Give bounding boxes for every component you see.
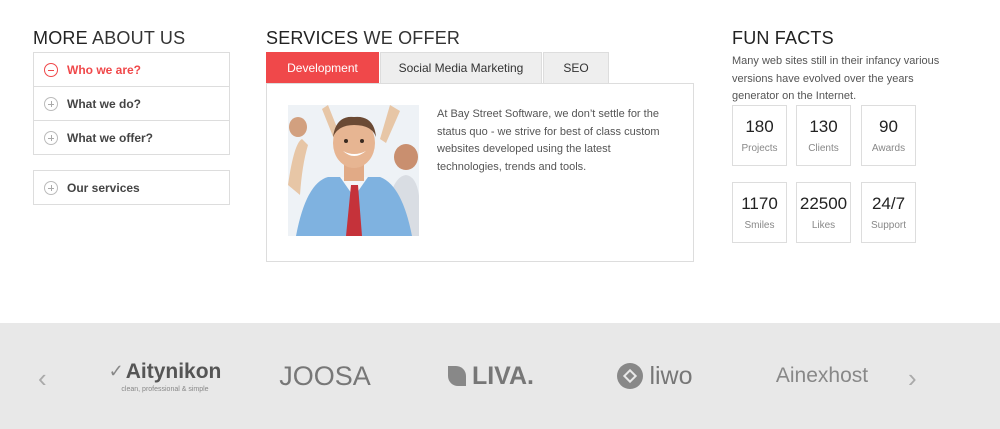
fact-label: Projects (741, 143, 778, 154)
minus-circle-icon (44, 62, 58, 77)
accordion-item-label: Who we are? (67, 62, 142, 77)
fact-value: 22500 (799, 194, 848, 213)
fact-label: Smiles (744, 220, 775, 231)
plus-circle-icon (44, 96, 58, 111)
accordion-item-our-services[interactable]: Our services (33, 170, 230, 205)
team-photo (288, 105, 419, 236)
fact-card-clients: 130 Clients (796, 105, 851, 166)
facts-title: FUN FACTS (732, 28, 834, 48)
fact-card-smiles: 1170 Smiles (732, 182, 787, 243)
fact-label: Clients (808, 143, 839, 154)
fact-card-projects: 180 Projects (732, 105, 787, 166)
fact-label: Awards (871, 143, 906, 154)
accordion-item-label: What we offer? (67, 130, 153, 145)
chevron-left-icon[interactable]: ‹ (38, 363, 47, 394)
about-accordion: Who we are? What we do? What we offer? O… (33, 52, 230, 205)
about-title: MORE ABOUT US (33, 28, 185, 49)
tab-panel: At Bay Street Software, we don’t settle … (266, 83, 694, 262)
partner-logos-carousel: ‹ ✓ Aitynikon clean, professional & simp… (0, 323, 1000, 429)
accordion-item-label: Our services (67, 180, 140, 195)
logo-liwo[interactable]: liwo (605, 323, 705, 429)
accordion-item-who-we-are[interactable]: Who we are? (33, 52, 230, 87)
plus-circle-icon (44, 130, 58, 145)
logo-aitynikon[interactable]: ✓ Aitynikon clean, professional & simple (95, 323, 235, 429)
fact-card-support: 24/7 Support (861, 182, 916, 243)
plus-circle-icon (44, 180, 58, 195)
fact-value: 24/7 (871, 194, 906, 213)
services-title: SERVICES WE OFFER (266, 28, 460, 49)
logo-liva-name: LIVA. (471, 361, 535, 390)
fact-card-awards: 90 Awards (861, 105, 916, 166)
tab-social-media-marketing[interactable]: Social Media Marketing (380, 52, 542, 83)
checkmark-icon: ✓ (108, 361, 124, 381)
leaf-icon (447, 366, 466, 386)
logo-liva[interactable]: LIVA. (436, 323, 546, 429)
accordion-item-label: What we do? (67, 96, 141, 111)
tab-development[interactable]: Development (266, 52, 379, 83)
fact-label: Support (870, 220, 907, 231)
logo-aitynikon-name: Aitynikon (125, 359, 222, 383)
about-title-rest: ABOUT US (87, 28, 186, 48)
tab-content-text: At Bay Street Software, we don’t settle … (437, 108, 660, 173)
services-title-strong: SERVICES (266, 28, 359, 48)
logo-liwo-name: liwo (649, 361, 693, 390)
facts-description: Many web sites still in their infancy va… (732, 55, 940, 102)
logo-ainexhost[interactable]: Ainexhost (762, 323, 882, 429)
about-title-strong: MORE (33, 28, 88, 48)
liwo-mark-icon (617, 363, 644, 389)
accordion-item-what-we-do[interactable]: What we do? (33, 86, 230, 121)
services-title-rest: WE OFFER (358, 28, 461, 48)
fact-value: 90 (879, 117, 898, 136)
tab-seo[interactable]: SEO (543, 52, 609, 83)
logo-aitynikon-tagline: clean, professional & simple (121, 385, 209, 393)
team-photo-illustration (288, 105, 419, 236)
fact-label: Likes (811, 220, 836, 231)
chevron-right-icon[interactable]: › (908, 363, 917, 394)
accordion-item-what-we-offer[interactable]: What we offer? (33, 120, 230, 155)
fact-value: 1170 (741, 194, 778, 213)
fact-value: 180 (745, 117, 774, 136)
fact-value: 130 (809, 117, 838, 136)
fact-card-likes: 22500 Likes (796, 182, 851, 243)
services-tabs: Development Social Media Marketing SEO (266, 52, 609, 83)
logo-joosa[interactable]: JOOSA (275, 323, 375, 429)
